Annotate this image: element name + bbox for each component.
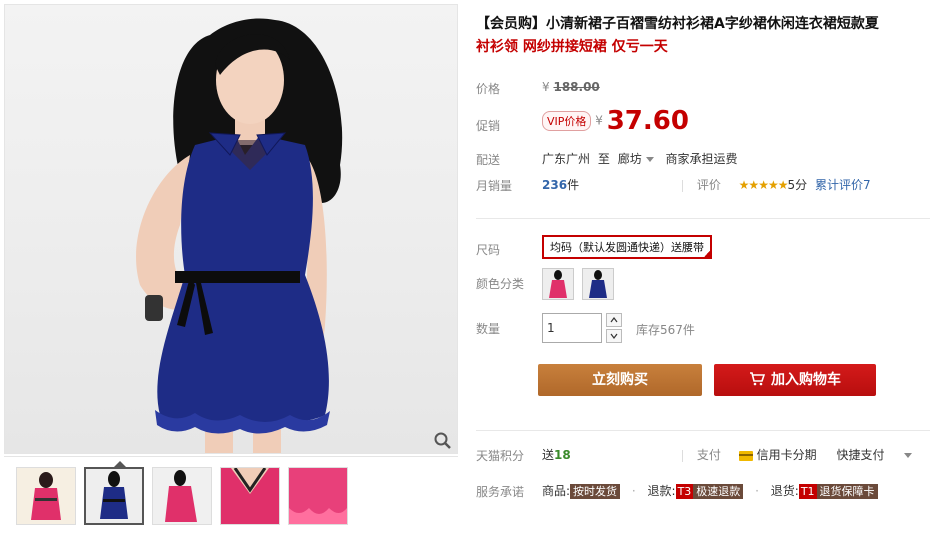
separator-dot: · xyxy=(631,484,636,498)
refund-code-badge: T3 xyxy=(675,484,694,499)
shipping-origin: 广东广州 xyxy=(542,152,591,166)
quantity-decrease-button[interactable] xyxy=(606,329,622,343)
review-count-link[interactable]: 累计评价7 xyxy=(815,178,871,192)
section-divider xyxy=(476,218,930,219)
thumbnail-hem-detail[interactable] xyxy=(288,467,348,525)
vip-badge: VIP价格 xyxy=(542,111,592,131)
installment-text: 信用卡分期 xyxy=(756,448,817,462)
installment-option[interactable]: 信用卡分期 xyxy=(738,448,817,462)
section-divider xyxy=(476,430,930,431)
color-swatch-pink[interactable] xyxy=(542,268,574,300)
color-swatch-navy[interactable] xyxy=(582,268,614,300)
size-options: 均码（默认发圆通快递）送腰带 xyxy=(542,235,712,259)
chevron-up-icon xyxy=(610,317,618,323)
quantity-label: 数量 xyxy=(476,322,501,336)
fast-refund-tag[interactable]: 极速退款 xyxy=(693,484,744,499)
thumbnail-strip xyxy=(4,456,458,532)
stock-count: 库存567件 xyxy=(636,323,695,337)
sales-label: 月销量 xyxy=(476,179,513,193)
service-promises: 商品: 按时发货 · 退款: T3 极速退款 · 退货: T1 退货保障卡 xyxy=(542,482,878,499)
thumbnail-collar-detail[interactable] xyxy=(220,467,280,525)
points-prefix: 送 xyxy=(542,448,555,462)
shipping-to-word: 至 xyxy=(597,152,610,166)
promo-price-value: 37.60 xyxy=(606,106,689,136)
goods-label: 商品: xyxy=(542,484,571,498)
original-price-value: 188.00 xyxy=(553,80,600,94)
buy-now-button[interactable]: 立刻购买 xyxy=(538,364,702,396)
size-label: 尺码 xyxy=(476,243,501,257)
return-label: 退货: xyxy=(770,484,799,498)
points-value: 18 xyxy=(554,448,571,462)
magnifier-icon[interactable] xyxy=(433,431,453,451)
divider xyxy=(682,179,683,192)
original-price: ¥ 188.00 xyxy=(542,80,600,94)
destination-selector[interactable]: 廊坊 xyxy=(618,152,662,166)
return-code-badge: T1 xyxy=(798,484,817,499)
add-to-cart-button[interactable]: 加入购物车 xyxy=(714,364,876,396)
promo-currency-symbol: ¥ xyxy=(595,113,603,128)
cart-icon xyxy=(750,371,765,385)
quick-pay-option[interactable]: 快捷支付 xyxy=(837,448,885,462)
add-to-cart-label: 加入购物车 xyxy=(771,372,841,388)
points-label: 天猫积分 xyxy=(476,449,525,463)
separator-dot: · xyxy=(755,484,759,498)
pay-label: 支付 xyxy=(696,448,721,462)
on-time-shipping-tag[interactable]: 按时发货 xyxy=(570,484,621,499)
action-buttons: 立刻购买 加入购物车 xyxy=(476,364,930,396)
thumbnail-pink-dress-side[interactable] xyxy=(152,467,212,525)
promo-price: VIP价格 ¥ 37.60 xyxy=(542,106,689,136)
review-summary: 评价 ★★★★★5分 累计评价7 xyxy=(682,176,871,193)
quantity-increase-button[interactable] xyxy=(606,313,622,327)
shipping-info: 广东广州 至 廊坊 商家承担运费 xyxy=(542,150,738,167)
price-label: 价格 xyxy=(476,82,501,96)
size-option-text: 均码（默认发圆通快递）送腰带 xyxy=(550,241,704,254)
sales-count: 236 xyxy=(542,178,568,192)
quick-pay-text: 快捷支付 xyxy=(836,448,885,462)
chevron-down-icon[interactable] xyxy=(904,453,913,458)
sales-unit: 件 xyxy=(567,178,580,192)
review-label: 评价 xyxy=(696,178,721,192)
thumbnail-navy-dress[interactable] xyxy=(84,467,144,525)
product-info-panel: 【会员购】小清新裙子百褶雪纺衬衫裙A字纱裙休闲连衣裙短款夏 衬衫领 网纱拼接短裙… xyxy=(476,0,930,533)
divider xyxy=(682,449,683,462)
shipping-fee: 商家承担运费 xyxy=(665,152,738,166)
star-rating-icon: ★★★★★ xyxy=(738,178,789,192)
payment-options: 支付 信用卡分期 快捷支付 xyxy=(682,446,920,463)
service-label: 服务承诺 xyxy=(476,485,525,499)
return-guarantee-tag[interactable]: 退货保障卡 xyxy=(816,484,878,499)
promo-label: 促销 xyxy=(476,119,501,133)
points-info: 送18 xyxy=(542,446,571,463)
product-title: 【会员购】小清新裙子百褶雪纺衬衫裙A字纱裙休闲连衣裙短款夏 xyxy=(476,16,879,32)
credit-card-icon xyxy=(738,450,753,461)
currency-symbol: ¥ xyxy=(542,80,550,94)
size-option-selected[interactable]: 均码（默认发圆通快递）送腰带 xyxy=(542,235,712,259)
shipping-label: 配送 xyxy=(476,153,501,167)
check-icon xyxy=(702,249,712,259)
main-product-image[interactable] xyxy=(4,4,458,454)
thumbnail-pink-dress[interactable] xyxy=(16,467,76,525)
rating-score: 5分 xyxy=(787,178,808,192)
sales-info: 236件 xyxy=(542,176,579,193)
model-photo xyxy=(136,18,343,453)
destination-value: 廊坊 xyxy=(617,152,642,166)
quantity-stepper: 库存567件 xyxy=(542,313,842,345)
refund-label: 退款: xyxy=(647,484,676,498)
chevron-down-icon xyxy=(645,157,654,162)
color-label: 颜色分类 xyxy=(476,277,525,291)
product-subtitle: 衬衫领 网纱拼接短裙 仅亏一天 xyxy=(476,39,668,55)
chevron-down-icon xyxy=(610,333,618,339)
quantity-input[interactable] xyxy=(542,313,602,343)
